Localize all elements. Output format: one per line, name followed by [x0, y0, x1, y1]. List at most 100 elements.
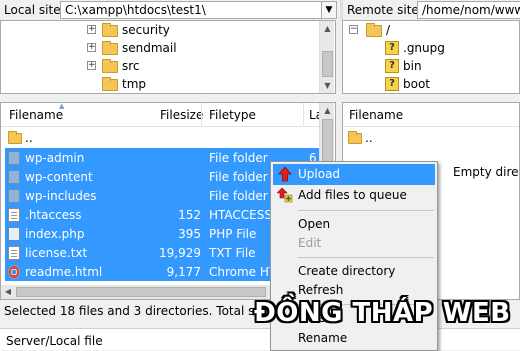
- expand-icon[interactable]: +: [87, 43, 96, 52]
- scrollbar-thumb[interactable]: [322, 51, 333, 77]
- folder-icon: [102, 77, 118, 91]
- folder-icon: [8, 131, 22, 144]
- file-name: index.php: [25, 227, 85, 241]
- file-name: wp-includes: [25, 189, 97, 203]
- unknown-folder-icon: ?: [385, 41, 399, 55]
- file-type: File folder: [209, 189, 268, 203]
- unknown-folder-icon: ?: [385, 59, 399, 73]
- file-type: PHP File: [209, 227, 257, 241]
- chrome-icon: [8, 265, 20, 279]
- scroll-down-icon[interactable]: ▼: [320, 78, 335, 93]
- local-site-dropdown-button[interactable]: ▼: [321, 1, 337, 19]
- menu-item-label: Create directory: [298, 264, 396, 278]
- scroll-up-icon[interactable]: ▲: [320, 103, 335, 118]
- column-divider[interactable]: [201, 103, 202, 127]
- folder-icon: [348, 131, 362, 144]
- file-size: 19,929: [159, 246, 201, 260]
- column-filename[interactable]: Filename: [9, 108, 63, 122]
- file-size: 395: [178, 227, 201, 241]
- tree-item-security[interactable]: + security: [1, 21, 321, 39]
- expand-icon[interactable]: +: [87, 25, 96, 34]
- file-type: Chrome HT: [209, 265, 277, 279]
- file-type: HTACCESS: [209, 208, 272, 222]
- folder-icon: [8, 151, 20, 165]
- menu-item-open[interactable]: Open: [273, 214, 435, 235]
- list-item-parent[interactable]: ..: [5, 128, 319, 147]
- php-file-icon: [8, 227, 20, 241]
- transfer-queue: Server/Local file: [0, 328, 520, 350]
- tree-item-label: boot: [403, 77, 431, 91]
- menu-separator: [298, 210, 434, 211]
- column-server-local-file[interactable]: Server/Local file: [6, 334, 103, 348]
- tree-item-label: /: [386, 23, 391, 37]
- menu-item-rename[interactable]: Rename: [273, 328, 435, 349]
- scroll-up-icon[interactable]: ▲: [320, 21, 335, 36]
- tree-item-tmp[interactable]: tmp: [1, 75, 321, 93]
- remote-site-bar: Remote site: /home/nom/www: [340, 0, 520, 20]
- add-to-queue-icon: [277, 187, 293, 203]
- file-type: TXT File: [209, 246, 256, 260]
- file-icon: [8, 208, 20, 222]
- watermark-logo: ĐỒNG THÁP WEB: [254, 298, 511, 328]
- local-directory-tree: + security + sendmail + src tmp ▲ ▼: [0, 20, 336, 94]
- column-filesize[interactable]: Filesize: [160, 108, 203, 122]
- folder-icon: [8, 189, 20, 203]
- menu-separator: [298, 257, 434, 258]
- local-site-path-input[interactable]: C:\xampp\htdocs\test1\: [60, 1, 322, 19]
- menu-item-add-to-queue[interactable]: Add files to queue: [273, 185, 435, 206]
- menu-item-label: Edit: [298, 236, 322, 250]
- remote-list-header: Filename: [343, 103, 519, 127]
- menu-item-label: Upload: [298, 167, 341, 181]
- list-item-parent[interactable]: ..: [345, 128, 515, 147]
- menu-item-label: Rename: [298, 331, 348, 345]
- tree-item-label: bin: [403, 59, 422, 73]
- tree-item-boot[interactable]: ? boot: [343, 75, 519, 93]
- upload-icon: [278, 166, 292, 182]
- menu-item-create-directory[interactable]: Create directory: [273, 261, 435, 282]
- tree-item-src[interactable]: + src: [1, 57, 321, 75]
- folder-icon: [366, 23, 382, 37]
- file-name: license.txt: [25, 246, 88, 260]
- file-size: 152: [178, 208, 201, 222]
- unknown-folder-icon: ?: [385, 77, 399, 91]
- menu-item-label: Refresh: [298, 283, 344, 297]
- file-name: wp-admin: [25, 151, 85, 165]
- tree-item-root[interactable]: − /: [343, 21, 519, 39]
- sort-ascending-icon: ▲: [59, 102, 65, 110]
- file-size: 9,177: [166, 265, 201, 279]
- menu-item-label: Open: [298, 217, 331, 231]
- tree-item-sendmail[interactable]: + sendmail: [1, 39, 321, 57]
- text-file-icon: [8, 246, 20, 260]
- folder-icon: [102, 59, 118, 73]
- tree-item-label: .gnupg: [403, 41, 445, 55]
- local-site-label: Local site:: [4, 3, 65, 17]
- menu-item-upload[interactable]: Upload: [273, 164, 435, 185]
- remote-site-path-input[interactable]: /home/nom/www: [417, 1, 520, 19]
- scroll-left-icon[interactable]: ◀: [1, 285, 15, 299]
- tree-item-bin[interactable]: ? bin: [343, 57, 519, 75]
- column-divider[interactable]: [303, 103, 304, 127]
- file-name: ..: [365, 131, 373, 145]
- file-name: wp-content: [25, 170, 93, 184]
- file-name: ..: [25, 131, 33, 145]
- local-tree-scrollbar[interactable]: ▲ ▼: [319, 21, 334, 93]
- column-filetype[interactable]: Filetype: [209, 108, 256, 122]
- column-filename[interactable]: Filename: [349, 108, 403, 122]
- remote-directory-tree: − / ? .gnupg ? bin ? boot: [342, 20, 520, 94]
- file-type: File folder: [209, 170, 268, 184]
- tree-item-label: src: [122, 59, 140, 73]
- remote-site-label: Remote site:: [347, 3, 423, 17]
- collapse-icon[interactable]: −: [349, 25, 358, 34]
- file-type: File folder: [209, 151, 268, 165]
- tree-item-label: tmp: [122, 77, 147, 91]
- local-site-bar: Local site: C:\xampp\htdocs\test1\ ▼: [0, 0, 340, 20]
- folder-icon: [8, 170, 20, 184]
- local-list-header: Filename ▲ Filesize Filetype La: [1, 103, 335, 127]
- scrollbar-thumb[interactable]: [16, 287, 266, 297]
- folder-icon: [102, 41, 118, 55]
- tree-item-label: sendmail: [122, 41, 177, 55]
- expand-icon[interactable]: +: [87, 61, 96, 70]
- tree-item-gnupg[interactable]: ? .gnupg: [343, 39, 519, 57]
- file-name: readme.html: [25, 265, 103, 279]
- menu-item-edit: Edit: [273, 233, 435, 254]
